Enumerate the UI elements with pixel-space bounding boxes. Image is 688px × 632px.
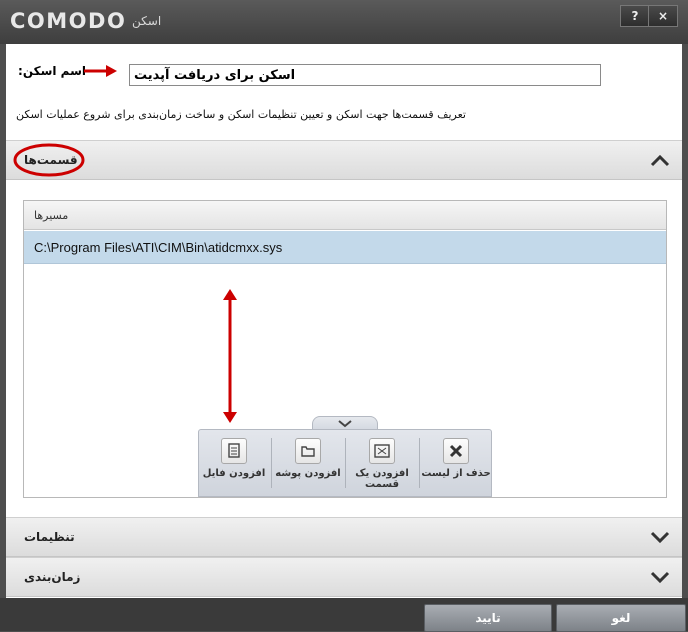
chevron-down-icon [650, 531, 670, 544]
paths-toolbar: افزودن فایل افزودن پوشه افزودن یک قسمت ح… [198, 429, 492, 497]
scan-description: تعریف قسمت‌ها جهت اسکن و تعیین تنظیمات ا… [16, 108, 466, 121]
close-button[interactable]: × [648, 5, 678, 27]
help-button[interactable]: ? [620, 5, 650, 27]
title-bar: COMODO اسکن ? × [0, 0, 688, 44]
folder-icon [295, 438, 321, 464]
comodo-logo: COMODO [10, 9, 127, 33]
section-schedule-label: زمان‌بندی [24, 570, 81, 584]
cancel-button[interactable]: لغو [556, 604, 686, 632]
window-title: اسکن [132, 14, 162, 28]
add-region-button[interactable]: افزودن یک قسمت [347, 436, 417, 494]
toolbar-divider [345, 438, 346, 488]
path-cell: C:\Program Files\ATI\CIM\Bin\atidcmxx.sy… [34, 240, 283, 255]
file-icon [221, 438, 247, 464]
annotation-arrow-right [84, 65, 117, 77]
section-parts-header[interactable]: قسمت‌ها [6, 140, 682, 180]
add-folder-button[interactable]: افزودن پوشه [273, 436, 343, 494]
add-file-label: افزودن فایل [202, 468, 266, 479]
add-folder-label: افزودن پوشه [275, 468, 341, 479]
toolbar-divider [271, 438, 272, 488]
paths-column-header: مسیرها [24, 201, 666, 230]
section-schedule-header[interactable]: زمان‌بندی [6, 557, 682, 597]
chevron-down-icon [338, 420, 352, 428]
table-row[interactable]: C:\Program Files\ATI\CIM\Bin\atidcmxx.sy… [24, 231, 666, 264]
add-region-label: افزودن یک قسمت [355, 468, 409, 490]
remove-icon [443, 438, 469, 464]
annotation-ellipse [13, 143, 85, 177]
remove-from-list-label: حذف از لیست [421, 468, 491, 479]
chevron-up-icon [650, 154, 670, 167]
scan-name-label: :اسم اسکن [18, 64, 87, 78]
paths-header-label: مسیرها [34, 209, 69, 222]
section-settings-label: تنظیمات [24, 530, 75, 544]
toolbar-divider [419, 438, 420, 488]
scan-name-input[interactable]: اسکن برای دریافت آپدیت [129, 64, 601, 86]
ok-button[interactable]: تایید [424, 604, 552, 632]
add-file-button[interactable]: افزودن فایل [199, 436, 269, 494]
dialog-footer: تایید لغو [0, 598, 688, 632]
section-settings-header[interactable]: تنظیمات [6, 517, 682, 557]
annotation-arrow-vertical [223, 289, 237, 423]
dialog-content: :اسم اسکن اسکن برای دریافت آپدیت تعریف ق… [6, 44, 682, 598]
chevron-down-icon [650, 571, 670, 584]
remove-from-list-button[interactable]: حذف از لیست [421, 436, 491, 494]
region-icon [369, 438, 395, 464]
